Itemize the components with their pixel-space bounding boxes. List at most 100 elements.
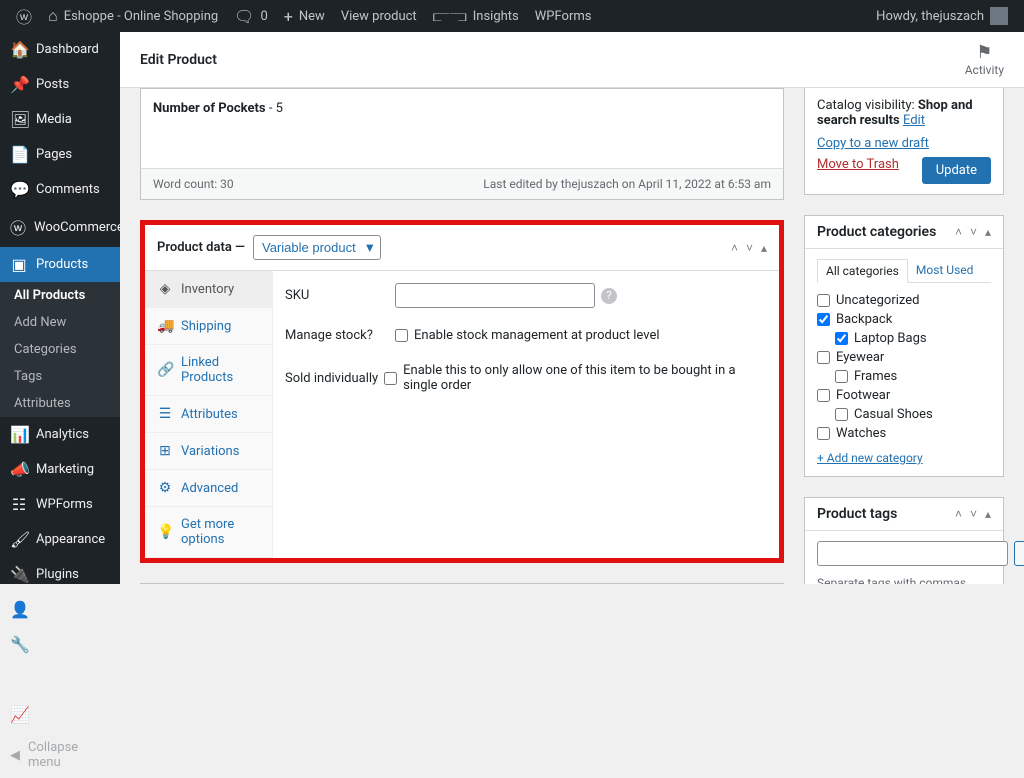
submenu-tags[interactable]: Tags [0, 363, 120, 390]
menu-woocommerce[interactable]: ⓦWooCommerce [0, 207, 120, 247]
add-category-link[interactable]: + Add new category [817, 451, 923, 465]
tab-label: Get more options [181, 517, 260, 547]
move-to-trash-link[interactable]: Move to Trash [817, 157, 899, 172]
add-tag-button[interactable]: Add [1014, 541, 1024, 566]
submenu-categories[interactable]: Categories [0, 336, 120, 363]
menu-comments[interactable]: 💬Comments [0, 172, 120, 207]
tab-shipping[interactable]: 🚚Shipping [145, 308, 272, 345]
media-icon: 🖼 [10, 110, 28, 129]
sold-individually-label: Sold individually [285, 371, 384, 386]
insights-link[interactable]: ⫍⫎Insights [425, 0, 527, 32]
category-item[interactable]: Watches [817, 424, 991, 443]
toggle-panel-button[interactable]: ▴ [985, 225, 991, 239]
collapse-menu-button[interactable]: ◀Collapse menu [0, 732, 120, 778]
grid-icon: ⊞ [157, 443, 173, 459]
menu-label: Users [36, 602, 69, 617]
activity-link[interactable]: ⚑ Activity [965, 42, 1004, 77]
move-down-button[interactable]: ˅ [970, 225, 977, 239]
home-icon: ⌂ [48, 6, 58, 26]
submenu-all-products[interactable]: All Products [0, 282, 120, 309]
product-data-tabs: ◈Inventory 🚚Shipping 🔗Linked Products ☰A… [145, 271, 273, 558]
edit-visibility-link[interactable]: Edit [903, 113, 925, 128]
wordpress-icon: ⓦ [16, 4, 32, 28]
sku-input[interactable] [395, 283, 595, 308]
menu-label: Insights [36, 707, 82, 722]
chart-icon: 📈 [10, 705, 28, 724]
menu-label: Tools [36, 637, 68, 652]
category-checkbox[interactable] [817, 389, 830, 402]
menu-products[interactable]: ▣Products [0, 247, 120, 282]
tab-advanced[interactable]: ⚙Advanced [145, 470, 272, 507]
manage-stock-checkbox[interactable] [395, 329, 408, 342]
move-up-button[interactable]: ˄ [731, 241, 738, 255]
menu-label: Analytics [36, 427, 89, 442]
menu-wpforms[interactable]: ☷WPForms [0, 487, 120, 522]
menu-label: Settings [36, 672, 83, 687]
menu-users[interactable]: 👤Users [0, 592, 120, 627]
tab-all-categories[interactable]: All categories [817, 259, 908, 283]
tags-title: Product tags [817, 506, 897, 522]
comments-link[interactable]: 🗨0 [226, 0, 276, 32]
sold-individually-checkbox[interactable] [384, 372, 397, 385]
menu-dashboard[interactable]: 🏠Dashboard [0, 32, 120, 67]
new-content-link[interactable]: +New [276, 0, 333, 32]
category-item[interactable]: Backpack [817, 310, 991, 329]
menu-plugins[interactable]: 🔌Plugins [0, 557, 120, 592]
category-item[interactable]: Eyewear [817, 348, 991, 367]
category-label: Laptop Bags [854, 331, 927, 346]
tab-get-more-options[interactable]: 💡Get more options [145, 507, 272, 558]
toggle-panel-button[interactable]: ▴ [985, 507, 991, 521]
wpforms-link[interactable]: WPForms [527, 0, 600, 32]
menu-marketing[interactable]: 📣Marketing [0, 452, 120, 487]
site-name-link[interactable]: ⌂Eshoppe - Online Shopping [40, 0, 226, 32]
view-product-link[interactable]: View product [333, 0, 425, 32]
tag-input[interactable] [817, 541, 1008, 566]
product-type-select[interactable]: Variable product [253, 235, 381, 260]
plus-icon: + [284, 7, 293, 26]
category-checkbox[interactable] [835, 332, 848, 345]
help-icon[interactable]: ? [601, 288, 617, 304]
update-button[interactable]: Update [922, 157, 991, 184]
wp-logo[interactable]: ⓦ [8, 0, 40, 32]
category-item[interactable]: Casual Shoes [817, 405, 991, 424]
submenu-add-new[interactable]: Add New [0, 309, 120, 336]
tab-linked-products[interactable]: 🔗Linked Products [145, 345, 272, 396]
category-checkbox[interactable] [817, 294, 830, 307]
tab-variations[interactable]: ⊞Variations [145, 433, 272, 470]
category-item[interactable]: Laptop Bags [817, 329, 991, 348]
menu-insights[interactable]: 📈 Insights [0, 697, 120, 732]
plugins-icon: 🔌 [10, 565, 28, 584]
category-checkbox[interactable] [817, 313, 830, 326]
toggle-panel-button[interactable]: ▴ [761, 241, 767, 255]
category-item[interactable]: Frames [817, 367, 991, 386]
category-checkbox[interactable] [835, 370, 848, 383]
menu-tools[interactable]: 🔧Tools [0, 627, 120, 662]
menu-analytics[interactable]: 📊Analytics [0, 417, 120, 452]
submenu-attributes[interactable]: Attributes [0, 390, 120, 417]
menu-media[interactable]: 🖼Media [0, 102, 120, 137]
move-up-button[interactable]: ˄ [955, 507, 962, 521]
tab-most-used[interactable]: Most Used [908, 259, 982, 282]
menu-appearance[interactable]: 🖌Appearance [0, 522, 120, 557]
menu-pages[interactable]: 📄Pages [0, 137, 120, 172]
my-account-link[interactable]: Howdy, thejuszach [868, 0, 1016, 32]
move-up-button[interactable]: ˄ [955, 225, 962, 239]
category-checkbox[interactable] [817, 351, 830, 364]
woocommerce-icon: ⓦ [10, 215, 26, 239]
copy-draft-link[interactable]: Copy to a new draft [817, 136, 929, 151]
menu-settings[interactable]: ⚙Settings [0, 662, 120, 697]
category-label: Watches [836, 426, 886, 441]
visibility-label: Catalog visibility: [817, 98, 915, 113]
avatar-icon [990, 7, 1008, 25]
activity-label: Activity [965, 63, 1004, 77]
tab-attributes[interactable]: ☰Attributes [145, 396, 272, 433]
menu-posts[interactable]: 📌Posts [0, 67, 120, 102]
move-down-button[interactable]: ˅ [746, 241, 753, 255]
move-down-button[interactable]: ˅ [970, 507, 977, 521]
tab-inventory[interactable]: ◈Inventory [145, 271, 272, 308]
category-item[interactable]: Footwear [817, 386, 991, 405]
category-checkbox[interactable] [817, 427, 830, 440]
category-checkbox[interactable] [835, 408, 848, 421]
category-label: Backpack [836, 312, 892, 327]
category-item[interactable]: Uncategorized [817, 291, 991, 310]
